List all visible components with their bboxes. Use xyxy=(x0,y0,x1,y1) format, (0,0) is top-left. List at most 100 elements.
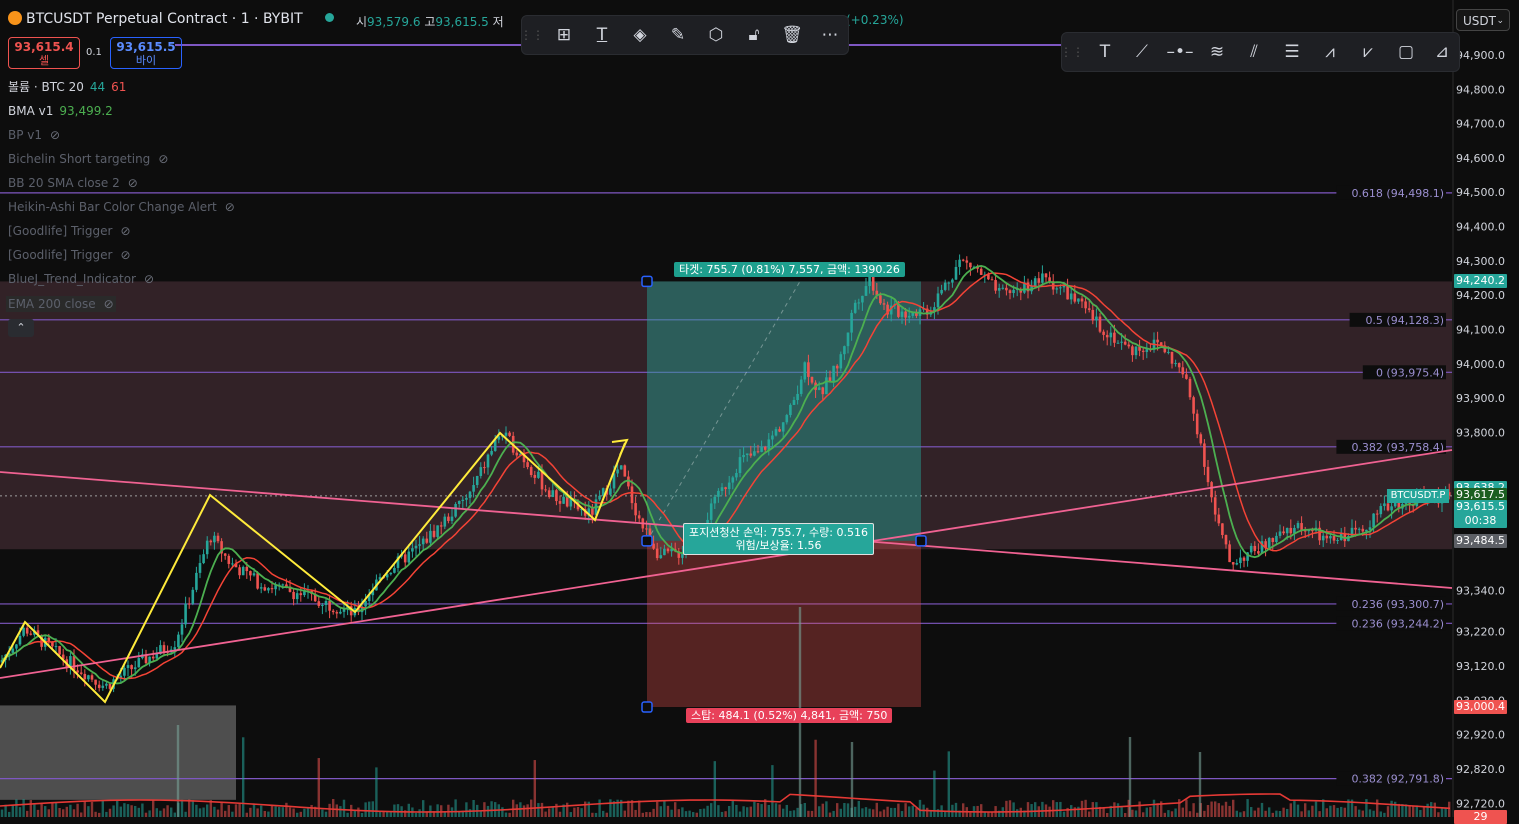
volume-spike xyxy=(176,725,180,817)
position-target-label[interactable]: 타겟: 755.7 (0.81%) 7,557, 금액: 1390.26 xyxy=(674,262,905,278)
eye-hidden-icon[interactable]: ⊘ xyxy=(144,272,154,286)
eye-hidden-icon[interactable]: ⊘ xyxy=(104,297,114,311)
candle-body xyxy=(1037,278,1041,283)
volume-bar xyxy=(1250,807,1253,817)
volume-bar xyxy=(159,810,162,817)
volume-bar xyxy=(1167,810,1170,817)
candle-body xyxy=(1354,527,1357,530)
eye-hidden-icon[interactable]: ⊘ xyxy=(50,128,60,142)
indicator-row[interactable]: [Goodlife] Trigger ⊘ xyxy=(8,248,131,262)
grid-icon[interactable]: ⊞ xyxy=(546,16,582,54)
indicator-row[interactable]: BP v1 ⊘ xyxy=(8,128,60,142)
sell-button[interactable]: 93,615.4 셀 xyxy=(8,37,80,69)
chart-header: BTCUSDT Perpetual Contract · 1 · BYBIT xyxy=(8,11,335,27)
candle-body xyxy=(1296,523,1300,528)
trash-icon[interactable]: 🗑︎ xyxy=(774,16,810,54)
candle-body xyxy=(1267,538,1271,548)
pitchfork-icon[interactable]: ☰ xyxy=(1274,33,1310,71)
gann-icon[interactable]: ⊿ xyxy=(1424,33,1460,71)
volume-bar xyxy=(47,809,50,817)
drag-handle xyxy=(641,701,653,713)
indicator-row[interactable]: 볼륨 · BTC 20 44 61 xyxy=(8,80,126,94)
line-color-icon[interactable]: ✎ xyxy=(660,16,696,54)
candle-body xyxy=(731,477,735,483)
indicator-row[interactable]: BMA v1 93,499.2 xyxy=(8,104,113,118)
horizontal-ray-icon[interactable]: –•– xyxy=(1162,33,1198,71)
volume-bar xyxy=(897,803,900,817)
volume-bar xyxy=(18,807,22,817)
volume-bar xyxy=(659,806,662,817)
brush-icon[interactable]: ⩗ xyxy=(1350,33,1386,71)
volume-bar xyxy=(699,809,702,817)
candle-body xyxy=(1336,540,1339,542)
volume-bar xyxy=(1149,807,1152,817)
candle-body xyxy=(565,496,569,507)
volume-bar xyxy=(1397,803,1400,817)
volume-bar xyxy=(8,811,11,817)
volume-bar xyxy=(1296,804,1300,817)
volume-bar xyxy=(479,810,482,817)
collapse-legend-button[interactable]: ⌃ xyxy=(8,319,34,337)
y-tick-label: 92,820.0 xyxy=(1456,763,1505,776)
eye-hidden-icon[interactable]: ⊘ xyxy=(120,224,130,238)
y-tick-label: 93,220.0 xyxy=(1456,626,1505,639)
candle-body xyxy=(861,295,864,303)
volume-bar xyxy=(688,810,691,817)
candle-body xyxy=(317,601,321,606)
eye-hidden-icon[interactable]: ⊘ xyxy=(128,176,138,190)
currency-select[interactable]: USDT ⌄ xyxy=(1456,9,1510,31)
candle-body xyxy=(598,495,601,500)
candle-body xyxy=(256,573,259,589)
volume-bar xyxy=(663,801,666,817)
volume-bar xyxy=(335,804,338,817)
indicator-row[interactable]: EMA 200 close ⊘ xyxy=(6,296,116,312)
trendline-icon[interactable]: ⟋ xyxy=(1124,33,1160,71)
eye-hidden-icon[interactable]: ⊘ xyxy=(225,200,235,214)
volume-bar xyxy=(947,751,950,817)
eye-hidden-icon[interactable]: ⊘ xyxy=(158,152,168,166)
volume-bar xyxy=(281,807,284,817)
symbol-title[interactable]: BTCUSDT Perpetual Contract · 1 · BYBIT xyxy=(26,11,303,27)
volume-bar xyxy=(591,812,594,817)
candle-body xyxy=(742,454,745,458)
fib-icon[interactable]: ⫽ xyxy=(1236,33,1272,71)
candle-body xyxy=(227,555,231,564)
candle-body xyxy=(58,646,61,655)
volume-bar xyxy=(490,801,493,817)
settings-hex-icon[interactable]: ⬡ xyxy=(698,16,734,54)
eye-hidden-icon[interactable]: ⊘ xyxy=(120,248,130,262)
drag-handle-icon[interactable]: ⋮⋮ xyxy=(1060,33,1084,71)
indicator-row[interactable]: [Goodlife] Trigger ⊘ xyxy=(8,224,131,238)
text-tool-icon[interactable]: T xyxy=(1087,33,1123,71)
position-info-label[interactable]: 포지션청산 손익: 755.7, 수량: 0.516 위험/보상율: 1.56 xyxy=(683,522,874,555)
buy-button[interactable]: 93,615.5 바이 xyxy=(110,37,182,69)
candle-body xyxy=(1127,344,1131,347)
candle-body xyxy=(544,489,547,491)
candle-body xyxy=(490,450,493,455)
candle-body xyxy=(623,465,627,477)
lock-icon[interactable]: 🔓︎ xyxy=(736,16,772,54)
volume-bar xyxy=(386,811,389,817)
candle-body xyxy=(533,475,537,478)
parallel-channel-icon[interactable]: ≋ xyxy=(1199,33,1235,71)
volume-bar xyxy=(522,805,526,817)
price-chart[interactable]: 0.618 (94,498.1) 0.5 (94,128.3) 0 (93,975.… xyxy=(0,0,1519,817)
position-stop-label[interactable]: 스탑: 484.1 (0.52%) 4,841, 금액: 750 xyxy=(686,708,893,723)
indicator-row[interactable]: Heikin-Ashi Bar Color Change Alert ⊘ xyxy=(8,200,235,214)
indicator-row[interactable]: Bichelin Short targeting ⊘ xyxy=(8,152,168,166)
fill-icon[interactable]: ◈ xyxy=(622,16,658,54)
candle-body xyxy=(904,311,907,318)
more-icon[interactable]: ⋯ xyxy=(812,16,848,54)
candle-body xyxy=(281,584,285,586)
volume-bar xyxy=(299,811,302,817)
indicator-row[interactable]: BB 20 SMA close 2 ⊘ xyxy=(8,176,138,190)
volume-bar xyxy=(188,799,191,817)
candle-body xyxy=(328,600,331,611)
drag-handle-icon[interactable]: ⋮⋮ xyxy=(520,16,544,54)
text-icon[interactable]: T xyxy=(584,16,620,54)
rectangle-icon[interactable]: ▢ xyxy=(1388,33,1424,71)
volume-bar xyxy=(566,802,569,817)
path-icon[interactable]: ⩘ xyxy=(1312,33,1348,71)
candle-body xyxy=(321,605,324,607)
indicator-row[interactable]: BlueJ_Trend_Indicator ⊘ xyxy=(8,272,154,286)
